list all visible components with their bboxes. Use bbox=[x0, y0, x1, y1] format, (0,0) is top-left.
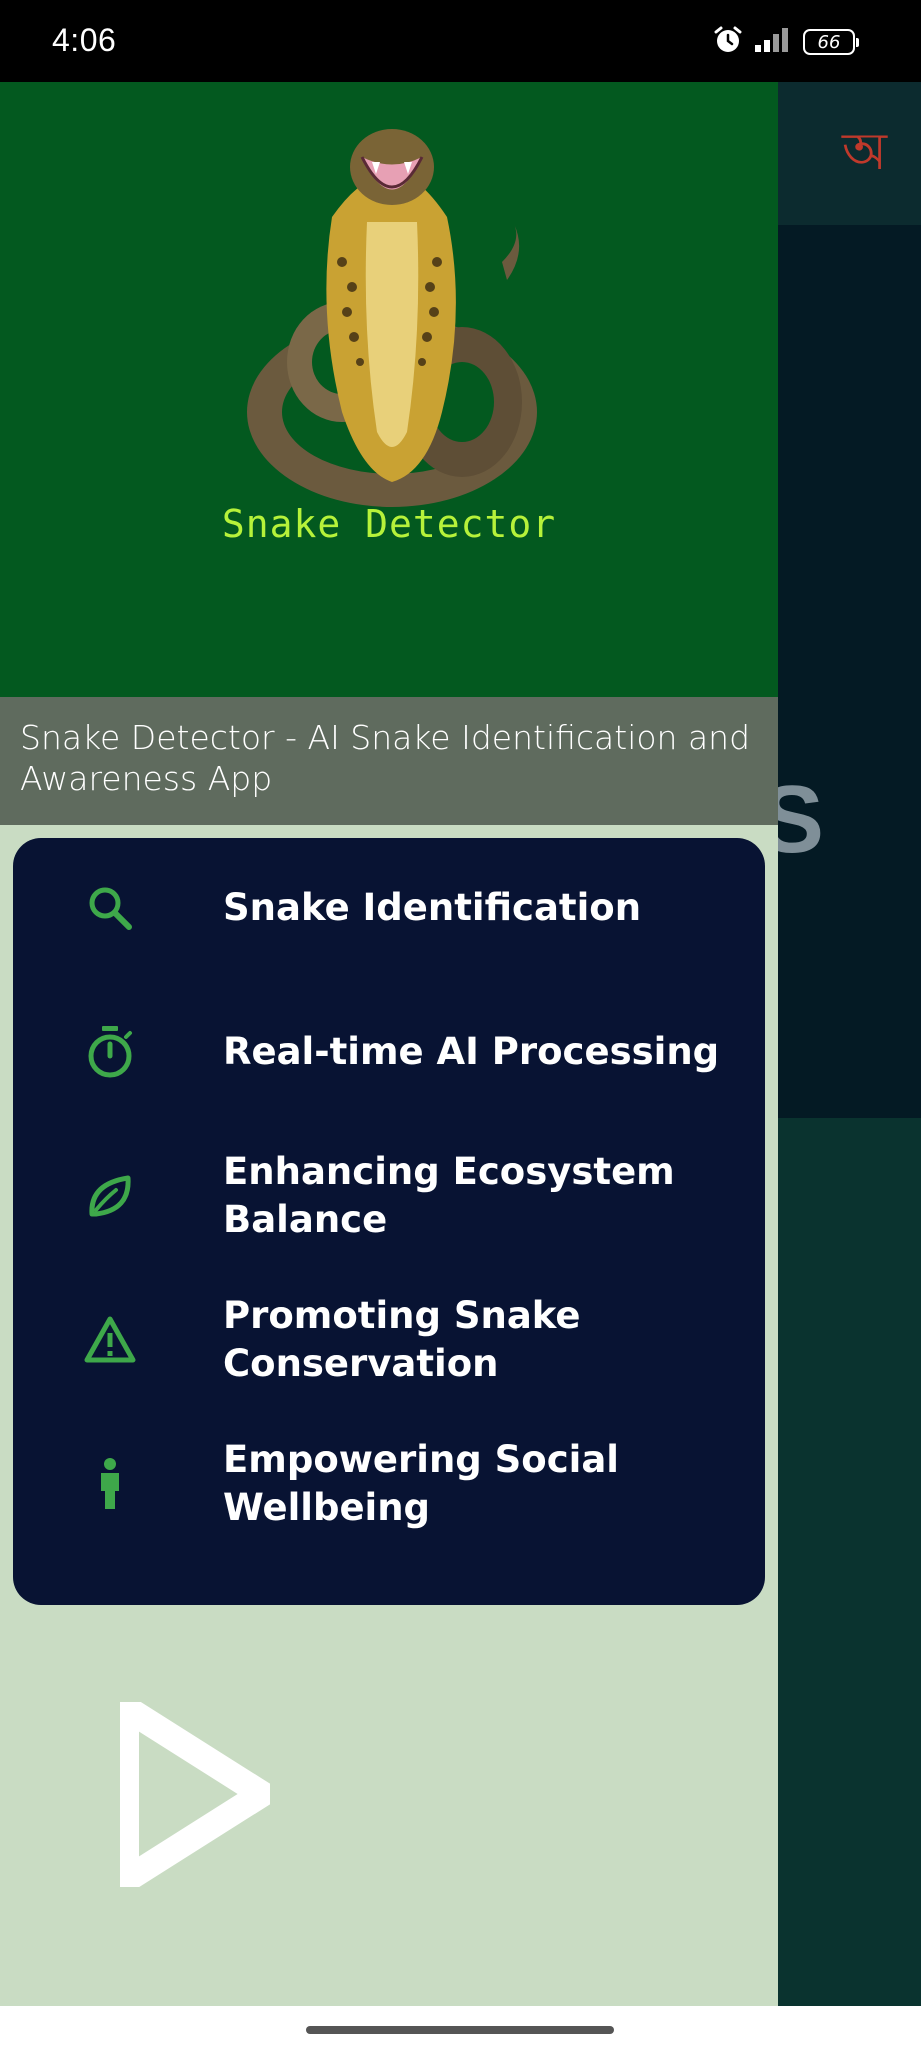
menu-item-label: Snake Identification bbox=[223, 886, 642, 929]
warning-icon bbox=[81, 1311, 139, 1369]
menu-item-label: Promoting Snake Conservation bbox=[223, 1294, 581, 1385]
screen: 4:06 66 অ S Snake Detector Snake Detecto… bbox=[0, 0, 921, 2048]
search-icon bbox=[81, 879, 139, 937]
play-icon[interactable] bbox=[120, 1702, 270, 1887]
menu-item-real-time-ai-processing[interactable]: Real-time AI Processing bbox=[13, 992, 765, 1112]
menu-item-snake-identification[interactable]: Snake Identification bbox=[13, 848, 765, 968]
menu-item-label: Real-time AI Processing bbox=[223, 1030, 720, 1073]
status-icons: 66 bbox=[713, 25, 859, 60]
status-time: 4:06 bbox=[52, 22, 117, 58]
navigation-drawer: Snake Detector Snake Detector - AI Snake… bbox=[0, 82, 778, 2006]
menu-item-promoting-snake-conservation[interactable]: Promoting Snake Conservation bbox=[13, 1280, 765, 1400]
menu-item-enhancing-ecosystem-balance[interactable]: Enhancing Ecosystem Balance bbox=[13, 1136, 765, 1256]
language-toggle-button[interactable]: অ bbox=[842, 126, 887, 178]
status-bar: 4:06 66 bbox=[0, 0, 921, 82]
drawer-subtitle: Snake Detector - AI Snake Identification… bbox=[0, 697, 778, 825]
menu-item-empowering-social-wellbeing[interactable]: Empowering Social Wellbeing bbox=[13, 1424, 765, 1544]
system-nav-bar bbox=[0, 2006, 921, 2048]
drawer-menu: Snake Identification Real-time AI Proces… bbox=[13, 838, 765, 1605]
drawer-header: Snake Detector bbox=[0, 82, 778, 697]
person-icon bbox=[81, 1455, 139, 1513]
battery-icon: 66 bbox=[803, 29, 859, 55]
alarm-icon bbox=[713, 25, 743, 60]
home-indicator[interactable] bbox=[306, 2026, 614, 2034]
logo-title: Snake Detector bbox=[221, 502, 557, 546]
leaf-icon bbox=[81, 1167, 139, 1225]
timer-icon bbox=[81, 1023, 139, 1081]
menu-item-label: Enhancing Ecosystem Balance bbox=[223, 1150, 675, 1241]
signal-icon bbox=[753, 26, 793, 59]
menu-item-label: Empowering Social Wellbeing bbox=[223, 1438, 619, 1529]
